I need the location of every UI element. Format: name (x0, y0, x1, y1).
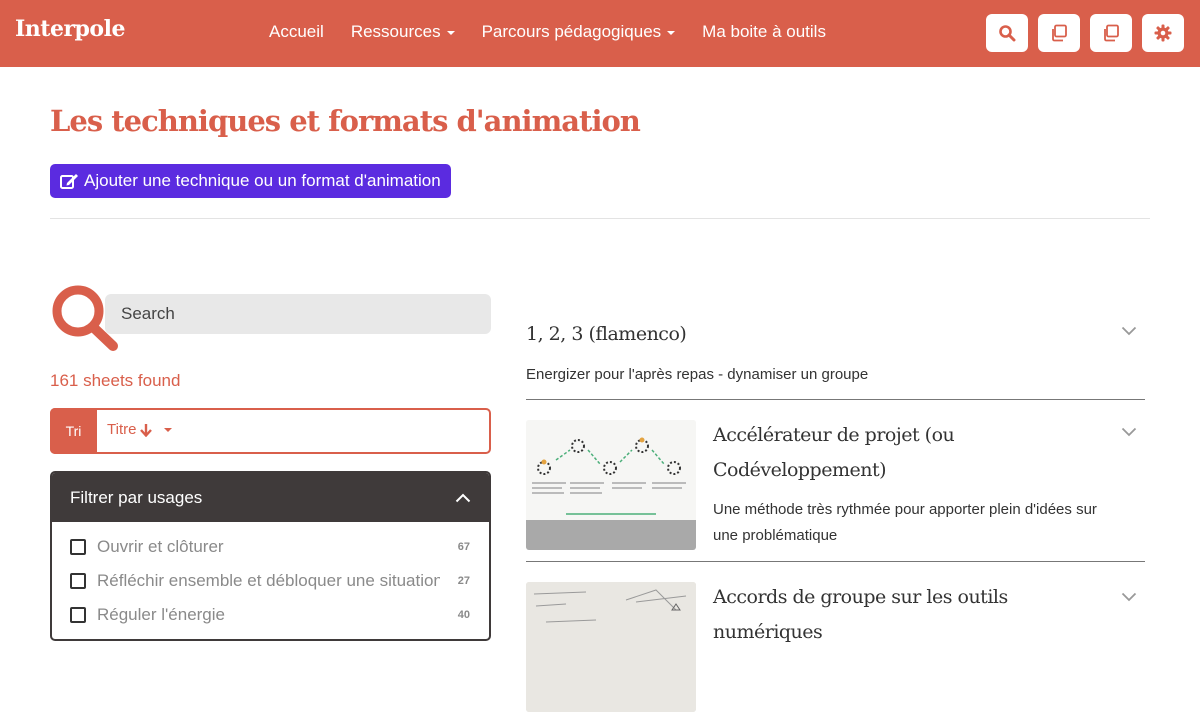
copy-button-2[interactable] (1090, 14, 1132, 52)
result-title[interactable]: 1, 2, 3 (flamenco) (526, 317, 687, 352)
result-description: Une méthode très rythmée pour apporter p… (713, 497, 1145, 549)
caret-down-icon (667, 31, 676, 35)
result-thumbnail (526, 582, 696, 712)
filter-count: 40 (457, 609, 470, 621)
add-technique-button[interactable]: Ajouter une technique ou un format d'ani… (50, 164, 451, 198)
nav-item-accueil[interactable]: Accueil (269, 22, 324, 42)
description-line: une problématique (713, 527, 838, 544)
nav-item-ressources[interactable]: Ressources (351, 22, 455, 42)
nav-label: Parcours pédagogiques (481, 22, 662, 41)
gear-icon (1154, 24, 1172, 42)
copy-icon (1104, 24, 1119, 42)
title-line: Accélérateur de projet (ou (713, 424, 955, 446)
results-count: 161 sheets found (50, 371, 181, 390)
chevron-up-icon (455, 493, 471, 502)
filter-label: Ouvrir et clôturer (97, 537, 224, 556)
caret-down-icon (446, 31, 455, 35)
filter-count: 27 (457, 575, 470, 587)
title-line: Codéveloppement) (713, 459, 887, 481)
result-thumbnail (526, 420, 696, 550)
main-nav: Accueil Ressources Parcours pédagogiques… (269, 22, 853, 42)
checkbox[interactable] (70, 539, 86, 555)
brand-logo[interactable]: Interpole (15, 16, 125, 42)
nav-label: Ressources (350, 22, 441, 41)
copy-icon (1052, 24, 1067, 42)
add-button-label: Ajouter une technique ou un format d'ani… (84, 171, 441, 190)
edit-icon (60, 173, 78, 189)
nav-label: Ma boite à outils (702, 22, 826, 41)
filter-label: Réguler l'énergie (97, 605, 225, 624)
sort-value: Titre (107, 421, 137, 438)
filter-item[interactable]: Réguler l'énergie 40 (52, 598, 489, 632)
search-box (50, 282, 491, 352)
result-card[interactable]: 1, 2, 3 (flamenco) Energizer pour l'aprè… (526, 300, 1145, 400)
filter-panel: Filtrer par usages Ouvrir et clôturer 67… (50, 471, 491, 641)
sort-label: Tri (50, 408, 97, 454)
top-navbar: Interpole Accueil Ressources Parcours pé… (0, 0, 1200, 67)
thumbnail-image (526, 582, 696, 712)
result-title[interactable]: Accélérateur de projet (ou Codéveloppeme… (713, 418, 955, 488)
caret-down-icon (164, 427, 173, 432)
search-input[interactable] (105, 294, 491, 334)
chevron-down-icon[interactable] (1121, 427, 1137, 437)
title-line: numériques (713, 621, 823, 643)
checkbox[interactable] (70, 607, 86, 623)
title-line: Accords de groupe sur les outils (713, 586, 1008, 608)
filter-label: Réfléchir ensemble et débloquer une situ… (97, 571, 440, 590)
chevron-down-icon[interactable] (1121, 592, 1137, 602)
settings-button[interactable] (1142, 14, 1184, 52)
nav-item-parcours[interactable]: Parcours pédagogiques (482, 22, 676, 42)
result-card[interactable]: Accords de groupe sur les outils numériq… (526, 562, 1145, 712)
result-title[interactable]: Accords de groupe sur les outils numériq… (713, 580, 1008, 650)
search-icon (52, 285, 118, 351)
filter-count: 67 (457, 541, 470, 553)
description-line: Une méthode très rythmée pour apporter p… (713, 501, 1097, 518)
filter-title: Filtrer par usages (70, 487, 203, 507)
result-description: Energizer pour l'après repas - dynamiser… (526, 366, 869, 383)
arrow-down-icon (140, 423, 153, 437)
sort-control: Tri Titre (50, 408, 491, 454)
filter-header[interactable]: Filtrer par usages (52, 473, 489, 522)
results-list: 1, 2, 3 (flamenco) Energizer pour l'aprè… (526, 300, 1145, 712)
result-card[interactable]: Accélérateur de projet (ou Codéveloppeme… (526, 400, 1145, 562)
search-icon (999, 25, 1016, 42)
copy-button[interactable] (1038, 14, 1080, 52)
thumbnail-image (526, 420, 696, 550)
filter-item[interactable]: Réfléchir ensemble et débloquer une situ… (52, 564, 489, 598)
divider (50, 218, 1150, 219)
sort-select[interactable]: Titre (107, 421, 173, 438)
search-button[interactable] (986, 14, 1028, 52)
nav-item-boite-outils[interactable]: Ma boite à outils (702, 22, 826, 42)
filter-item[interactable]: Ouvrir et clôturer 67 (52, 530, 489, 564)
chevron-down-icon[interactable] (1121, 326, 1137, 336)
page-title: Les techniques et formats d'animation (50, 104, 641, 138)
nav-label: Accueil (269, 22, 324, 41)
checkbox[interactable] (70, 573, 86, 589)
